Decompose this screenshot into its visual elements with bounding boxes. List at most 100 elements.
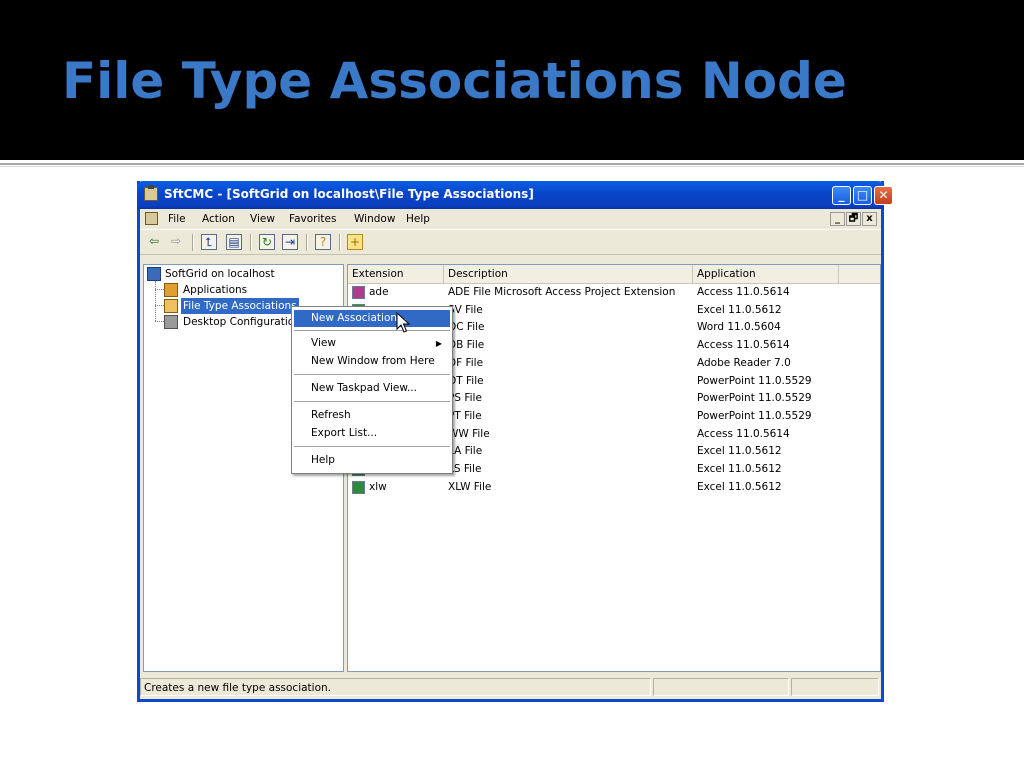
mouse-pointer-icon	[396, 312, 410, 333]
menu-file[interactable]: File	[168, 213, 186, 225]
export-list-icon[interactable]: ⇥	[282, 234, 298, 250]
status-panel	[653, 678, 789, 696]
context-menu: New Association... View ▶ New Window fro…	[291, 306, 453, 474]
cell-description: ADE File Microsoft Access Project Extens…	[448, 286, 676, 298]
system-menu-icon[interactable]	[145, 212, 158, 225]
column-header-description[interactable]: Description	[444, 265, 693, 283]
tree-item-label: File Type Associations	[181, 298, 299, 314]
cell-description: DF File	[448, 356, 484, 369]
menu-window[interactable]: Window	[354, 213, 395, 225]
column-header-application[interactable]: Application	[693, 265, 839, 283]
cell-extension: ade	[369, 286, 389, 298]
menu-item-new-taskpad-view[interactable]: New Taskpad View...	[294, 380, 450, 397]
title-bar[interactable]: SftCMC - [SoftGrid on localhost\File Typ…	[137, 181, 893, 209]
tree-item-label: Applications	[183, 284, 248, 296]
toolbar: ⇦ ⇨ ⮤ ▤ ↻ ⇥ ? +	[140, 229, 881, 255]
window-title: SftCMC - [SoftGrid on localhost\File Typ…	[164, 187, 534, 201]
menu-view[interactable]: View	[250, 213, 275, 225]
tree-item-label: Desktop Configuration	[183, 316, 301, 328]
cell-application: Excel 11.0.5612	[697, 463, 782, 475]
app-icon	[144, 185, 158, 201]
toolbar-separator	[250, 234, 252, 251]
cell-description: LA File	[448, 445, 483, 458]
toolbar-separator	[192, 234, 194, 251]
cell-application: Excel 11.0.5612	[697, 480, 782, 493]
cell-description: PT File	[448, 409, 482, 422]
toolbar-separator	[339, 234, 341, 251]
refresh-icon[interactable]: ↻	[259, 234, 275, 250]
slide-header: File Type Associations Node	[0, 0, 1024, 160]
status-bar: Creates a new file type association.	[140, 676, 881, 699]
forward-icon[interactable]: ⇨	[168, 234, 184, 250]
menu-favorites[interactable]: Favorites	[289, 213, 336, 225]
cell-description: OT File	[448, 374, 484, 387]
cell-description: PS File	[448, 392, 482, 405]
list-header: Extension Description Application	[348, 265, 880, 284]
mdi-minimize-button[interactable]: _	[830, 212, 845, 226]
menu-item-export-list[interactable]: Export List...	[294, 425, 450, 442]
cell-description: OC File	[448, 321, 485, 334]
cell-application: Adobe Reader 7.0	[697, 356, 791, 369]
new-association-icon[interactable]: +	[347, 234, 363, 250]
show-hide-tree-icon[interactable]: ▤	[226, 234, 242, 250]
maximize-button[interactable]: □	[853, 186, 872, 205]
menu-item-new-association[interactable]: New Association...	[294, 310, 450, 327]
cell-description: XLW File	[448, 480, 492, 493]
up-one-level-icon[interactable]: ⮤	[201, 234, 217, 250]
cell-description: SV File	[448, 303, 483, 316]
applications-icon	[164, 283, 178, 297]
menu-separator	[294, 401, 450, 402]
list-item[interactable]: xlw XLW File Excel 11.0.5612	[348, 479, 880, 496]
file-type-icon	[352, 480, 365, 494]
server-icon	[147, 267, 161, 281]
tree-root-label: SoftGrid on localhost	[165, 268, 275, 280]
cell-application: Access 11.0.5614	[697, 427, 790, 440]
cell-extension: xlw	[369, 480, 387, 493]
menu-item-view[interactable]: View ▶	[294, 335, 450, 352]
tree-connector	[155, 321, 164, 322]
back-icon[interactable]: ⇦	[146, 234, 162, 250]
slide-divider	[0, 163, 1024, 165]
menu-separator	[294, 330, 450, 331]
list-item[interactable]: ade ADE File Microsoft Access Project Ext…	[348, 284, 880, 301]
mdi-close-button[interactable]: x	[862, 212, 877, 226]
cell-application: PowerPoint 11.0.5529	[697, 392, 812, 405]
slide-divider-light	[0, 166, 1024, 167]
file-type-icon	[352, 286, 365, 299]
mdi-restore-button[interactable]: 🗗	[846, 212, 861, 226]
menu-help[interactable]: Help	[406, 213, 430, 225]
status-panel	[791, 678, 879, 696]
slide-title: File Type Associations Node	[62, 52, 847, 110]
menu-item-label: View	[311, 337, 336, 349]
menu-item-help[interactable]: Help	[294, 452, 450, 469]
tree-connector	[155, 281, 156, 321]
cell-application: PowerPoint 11.0.5529	[697, 409, 812, 422]
menu-bar: File Action View Favorites Window Help _…	[140, 209, 881, 229]
help-icon[interactable]: ?	[315, 234, 331, 250]
cell-application: PowerPoint 11.0.5529	[697, 374, 812, 387]
tree-connector	[155, 305, 164, 306]
desktop-configuration-icon	[164, 315, 178, 329]
cell-application: Excel 11.0.5612	[697, 445, 782, 458]
menu-separator	[294, 446, 450, 447]
tree-connector	[155, 289, 164, 290]
sftcmc-window: SftCMC - [SoftGrid on localhost\File Typ…	[137, 181, 893, 702]
menu-item-refresh[interactable]: Refresh	[294, 407, 450, 424]
mdi-controls: _ 🗗 x	[829, 212, 877, 226]
submenu-arrow-icon: ▶	[435, 339, 442, 348]
close-button[interactable]: ✕	[874, 186, 893, 205]
cell-application: Excel 11.0.5612	[697, 303, 782, 316]
menu-action[interactable]: Action	[202, 213, 235, 225]
cell-description: LS File	[448, 463, 482, 475]
status-text: Creates a new file type association.	[140, 678, 651, 696]
toolbar-separator	[306, 234, 308, 251]
cell-application: Access 11.0.5614	[697, 339, 790, 352]
cell-application: Access 11.0.5614	[697, 286, 790, 298]
cell-description: WW File	[448, 427, 490, 440]
cell-application: Word 11.0.5604	[697, 321, 781, 334]
cell-description: DB File	[448, 339, 485, 352]
menu-item-new-window-from-here[interactable]: New Window from Here	[294, 353, 450, 370]
minimize-button[interactable]: _	[832, 186, 851, 205]
column-header-extension[interactable]: Extension	[348, 265, 444, 283]
menu-separator	[294, 374, 450, 375]
